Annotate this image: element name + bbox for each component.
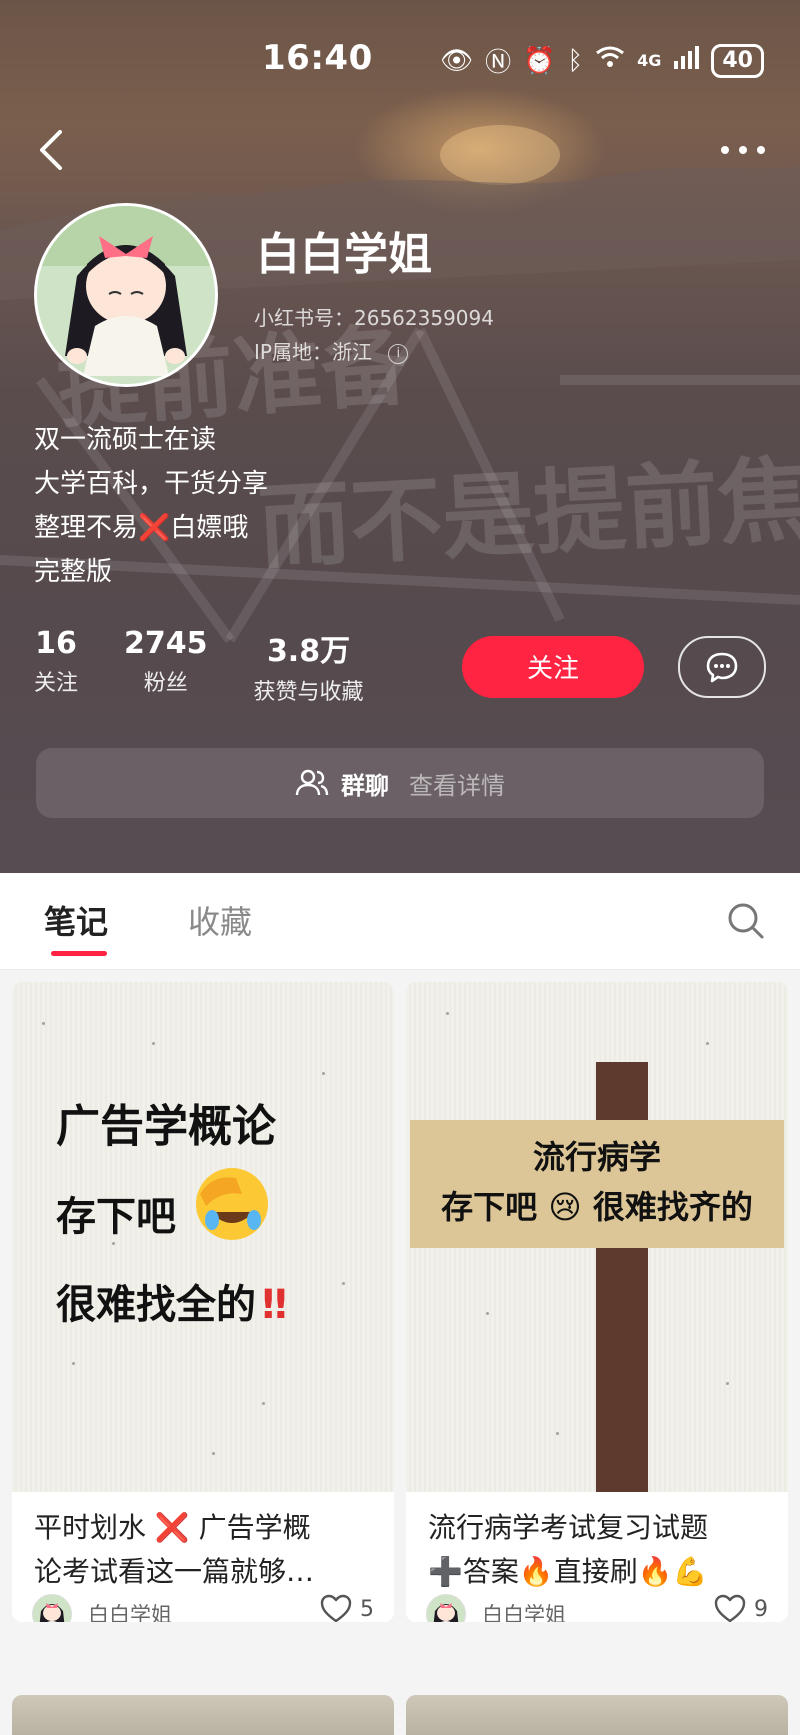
cover-text-3-label: 很难找全的 xyxy=(56,1282,256,1328)
profile-ip-value: 浙江 xyxy=(331,340,372,364)
group-chat-title: 群聊 xyxy=(341,771,389,800)
note-cover[interactable]: 流行病学 存下吧 😢 很难找齐的 xyxy=(406,982,788,1492)
more-dots-icon xyxy=(721,146,765,154)
note-title-line-1: 流行病学考试复习试题 xyxy=(428,1511,709,1544)
author-name: 白白学姐 xyxy=(482,1603,566,1622)
note-title-line-1: 平时划水 ❌ 广告学概 xyxy=(34,1511,311,1544)
stat-following[interactable]: 16 关注 xyxy=(34,626,78,706)
group-users-icon xyxy=(295,769,329,796)
battery-indicator: 40 xyxy=(711,43,764,78)
notes-feed: 广告学概论 存下吧 很难找全的 ‼ 平时划水 ❌ 广告学概 论考试看这一篇就够… … xyxy=(0,970,800,1735)
status-time: 16:40 xyxy=(262,38,373,78)
profile-ip: IP属地：浙江 i xyxy=(254,336,409,365)
note-card[interactable]: 流行病学 存下吧 😢 很难找齐的 流行病学考试复习试题 ➕答案🔥直接刷🔥💪 白白… xyxy=(406,982,788,1622)
signal-icon xyxy=(673,45,700,76)
eye-icon: 👁 xyxy=(440,45,474,76)
signboard: 流行病学 存下吧 😢 很难找齐的 xyxy=(410,1120,784,1248)
note-author[interactable]: 白白学姐 xyxy=(426,1594,566,1622)
heart-icon xyxy=(320,1594,352,1622)
chevron-left-icon xyxy=(40,130,62,170)
like-button[interactable]: 5 xyxy=(320,1594,374,1622)
profile-bio: 双一流硕士在读 大学百科，干货分享 整理不易❌白嫖哦 完整版 xyxy=(34,418,268,594)
bio-line-2: 大学百科，干货分享 xyxy=(34,469,269,499)
follow-button[interactable]: 关注 xyxy=(462,636,644,698)
message-button[interactable] xyxy=(678,636,766,698)
content-tabs: 笔记 收藏 xyxy=(0,873,800,970)
search-icon xyxy=(728,903,764,939)
stat-following-count: 16 xyxy=(35,626,77,661)
bluetooth-icon: ᛒ xyxy=(567,45,584,76)
author-name: 白白学姐 xyxy=(88,1603,172,1622)
cover-text-2: 存下吧 😢 很难找齐的 xyxy=(441,1188,753,1226)
like-count: 5 xyxy=(360,1596,374,1622)
back-button[interactable] xyxy=(34,128,74,172)
cover-text-1: 流行病学 xyxy=(532,1138,661,1176)
note-title[interactable]: 流行病学考试复习试题 ➕答案🔥直接刷🔥💪 xyxy=(428,1506,768,1594)
group-chat-bar[interactable]: 群聊 查看详情 xyxy=(36,748,764,818)
status-icons: 👁 Ⓝ ⏰ ᛒ 4G 40 xyxy=(440,42,764,79)
note-card-next[interactable] xyxy=(406,1695,788,1735)
facepalm-laugh-emoji-icon xyxy=(196,1168,268,1240)
group-chat-details-link[interactable]: 查看详情 xyxy=(409,766,505,801)
nfc-icon: Ⓝ xyxy=(485,48,512,78)
active-tab-indicator xyxy=(51,951,107,956)
profile-id-value[interactable]: 26562359094 xyxy=(354,306,494,330)
bio-line-4: 完整版 xyxy=(34,557,113,587)
note-card-next[interactable] xyxy=(12,1695,394,1735)
author-avatar xyxy=(426,1594,466,1622)
cross-mark-icon: ❌ xyxy=(138,513,171,543)
stat-followers[interactable]: 2745 粉丝 xyxy=(124,626,208,706)
profile-id-label: 小红书号： xyxy=(254,306,354,330)
info-icon[interactable]: i xyxy=(388,343,409,364)
note-title-line-2: ➕答案🔥直接刷🔥💪 xyxy=(428,1555,708,1588)
tab-notes[interactable]: 笔记 xyxy=(44,897,108,943)
cover-text-3: 很难找全的 ‼ xyxy=(56,1272,287,1330)
note-title-line-2: 论考试看这一篇就够… xyxy=(34,1555,315,1588)
stat-followers-label: 粉丝 xyxy=(143,671,188,696)
double-exclamation-icon: ‼ xyxy=(262,1282,288,1328)
avatar-illustration xyxy=(37,206,215,384)
stat-likes-collects[interactable]: 3.8万 获赞与收藏 xyxy=(254,626,364,706)
bio-line-3b: 白嫖哦 xyxy=(170,513,249,543)
profile-name: 白白学姐 xyxy=(256,229,432,280)
stat-likes-label: 获赞与收藏 xyxy=(253,680,364,705)
profile-ip-label: IP属地： xyxy=(254,340,332,364)
alarm-icon: ⏰ xyxy=(523,45,556,76)
profile-header: 提前准备 而不是提前焦虑 16:40 👁 Ⓝ ⏰ ᛒ 4G 40 白白学姐 小红… xyxy=(0,0,800,873)
cover-text-2: 存下吧 xyxy=(56,1194,176,1240)
network-type: 4G xyxy=(637,51,662,70)
bio-line-1: 双一流硕士在读 xyxy=(34,425,217,455)
author-avatar xyxy=(32,1594,72,1622)
status-bar: 16:40 👁 Ⓝ ⏰ ᛒ 4G 40 xyxy=(0,28,800,88)
note-cover[interactable]: 广告学概论 存下吧 很难找全的 ‼ xyxy=(12,982,394,1492)
note-title[interactable]: 平时划水 ❌ 广告学概 论考试看这一篇就够… xyxy=(34,1506,374,1594)
avatar[interactable] xyxy=(34,203,218,387)
stat-likes-count: 3.8万 xyxy=(266,634,351,669)
search-button[interactable] xyxy=(726,901,766,941)
wifi-icon xyxy=(595,45,625,76)
bio-line-3: 整理不易❌白嫖哦 xyxy=(34,506,268,550)
note-card[interactable]: 广告学概论 存下吧 很难找全的 ‼ 平时划水 ❌ 广告学概 论考试看这一篇就够… … xyxy=(12,982,394,1622)
heart-icon xyxy=(714,1594,746,1622)
chat-bubble-icon xyxy=(706,652,738,683)
tab-favorites[interactable]: 收藏 xyxy=(188,897,252,943)
bio-line-3a: 整理不易 xyxy=(34,513,139,543)
profile-id: 小红书号：26562359094 xyxy=(254,302,494,331)
more-button[interactable] xyxy=(718,132,768,168)
stat-following-label: 关注 xyxy=(34,671,79,696)
like-button[interactable]: 9 xyxy=(714,1594,768,1622)
note-author[interactable]: 白白学姐 xyxy=(32,1594,172,1622)
like-count: 9 xyxy=(754,1596,768,1622)
cover-text-1: 广告学概论 xyxy=(56,1101,276,1152)
profile-stats: 16 关注 2745 粉丝 3.8万 获赞与收藏 xyxy=(34,626,410,706)
stat-followers-count: 2745 xyxy=(124,626,208,661)
